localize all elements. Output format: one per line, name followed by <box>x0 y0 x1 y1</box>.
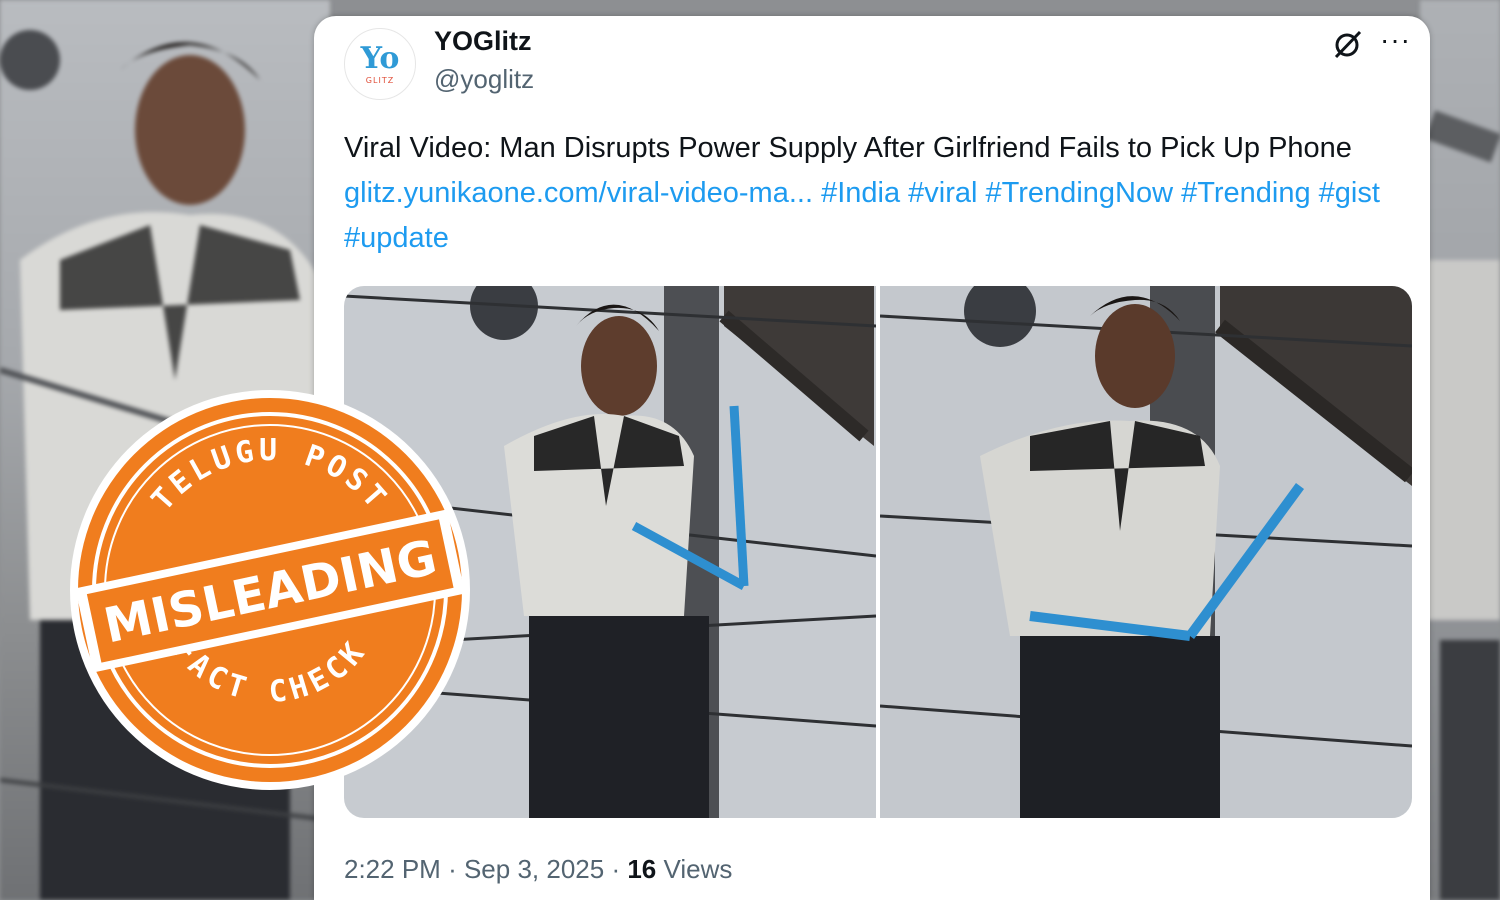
avatar-logo-text: Yo <box>360 40 400 76</box>
views-count: 16 <box>627 854 657 884</box>
tweet-media[interactable] <box>344 286 1412 818</box>
background-right-photo <box>1420 0 1500 900</box>
media-photo-right[interactable] <box>880 286 1412 818</box>
tweet-card[interactable]: Yo GLITZ YOGlitz @yoglitz ··· Viral Vide… <box>314 16 1430 900</box>
tweet-link[interactable]: glitz.yunikaone.com/viral-video-ma... <box>344 177 813 209</box>
tweet-text: Viral Video: Man Disrupts Power Supply A… <box>344 126 1414 261</box>
avatar-logo-subtext: GLITZ <box>365 75 395 85</box>
grok-icon[interactable] <box>1332 28 1364 60</box>
fact-check-stamp: TELUGU POST FACT CHECK MISLEADING <box>70 390 470 790</box>
tweet-date[interactable]: Sep 3, 2025 <box>464 854 604 884</box>
views-label: Views <box>663 854 733 884</box>
meta-separator: · <box>448 854 457 884</box>
more-icon[interactable]: ··· <box>1380 26 1411 54</box>
tweet-body: Viral Video: Man Disrupts Power Supply A… <box>344 132 1352 164</box>
author-avatar[interactable]: Yo GLITZ <box>344 28 416 100</box>
author-handle[interactable]: @yoglitz <box>434 64 534 95</box>
tweet-time[interactable]: 2:22 PM <box>344 854 441 884</box>
meta-separator: · <box>611 854 621 884</box>
tweet-meta: 2:22 PM · Sep 3, 2025 · 16 Views <box>344 854 732 885</box>
author-name[interactable]: YOGlitz <box>434 26 532 57</box>
